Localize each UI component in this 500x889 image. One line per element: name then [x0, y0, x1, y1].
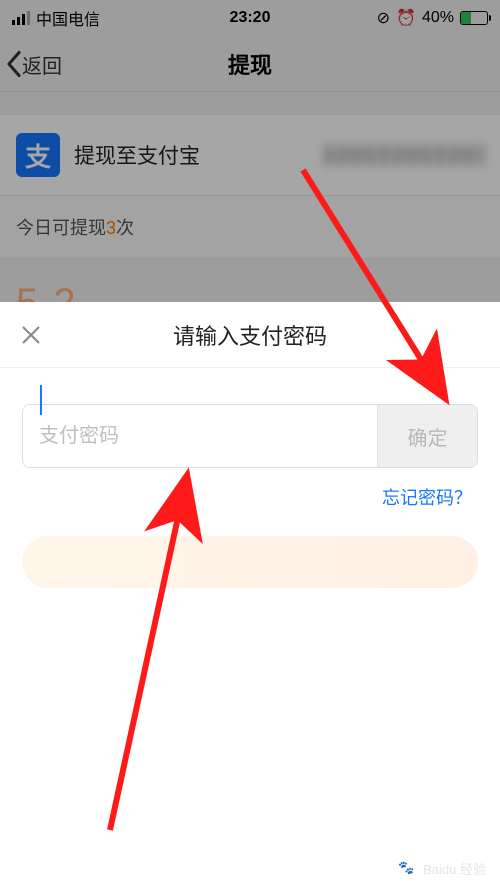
forgot-password-link[interactable]: 忘记密码？: [28, 484, 472, 510]
close-icon: [20, 324, 42, 346]
password-input[interactable]: [23, 405, 377, 467]
limit-count: 3: [106, 218, 116, 238]
withdraw-destination[interactable]: 支 提现至支付宝: [0, 114, 500, 196]
alarm-icon: ⏰: [396, 8, 416, 28]
carrier-label: 中国电信: [36, 6, 100, 30]
page-title: 提现: [228, 48, 272, 80]
orientation-lock-icon: ⊘: [377, 8, 390, 28]
back-label: 返回: [22, 50, 62, 79]
watermark: 🐾 Baidu 经验: [395, 857, 486, 879]
clock: 23:20: [230, 9, 271, 27]
battery-icon: [460, 11, 488, 25]
alipay-icon: 支: [16, 133, 60, 177]
account-masked: [324, 145, 484, 165]
password-row: 确定: [22, 404, 478, 468]
battery-pct: 40%: [422, 9, 454, 27]
password-modal: 请输入支付密码 确定 忘记密码？: [0, 302, 500, 889]
app-header: 返回 提现: [0, 36, 500, 92]
text-caret: [40, 385, 42, 415]
back-button[interactable]: 返回: [6, 36, 62, 92]
confirm-button[interactable]: 确定: [377, 405, 477, 467]
signal-icon: [12, 11, 30, 25]
paw-icon: 🐾: [395, 857, 417, 879]
submit-pill-disabled: [22, 536, 478, 588]
chevron-left-icon: [6, 50, 22, 78]
status-bar: 中国电信 23:20 ⊘ ⏰ 40%: [0, 0, 500, 36]
close-button[interactable]: [14, 318, 48, 352]
withdraw-limit: 今日可提现3次: [0, 196, 500, 259]
destination-label: 提现至支付宝: [74, 140, 200, 170]
modal-title: 请输入支付密码: [173, 319, 327, 351]
app-screen: 中国电信 23:20 ⊘ ⏰ 40% 返回 提现 支 提现至支付宝 今日可提现3…: [0, 0, 500, 889]
